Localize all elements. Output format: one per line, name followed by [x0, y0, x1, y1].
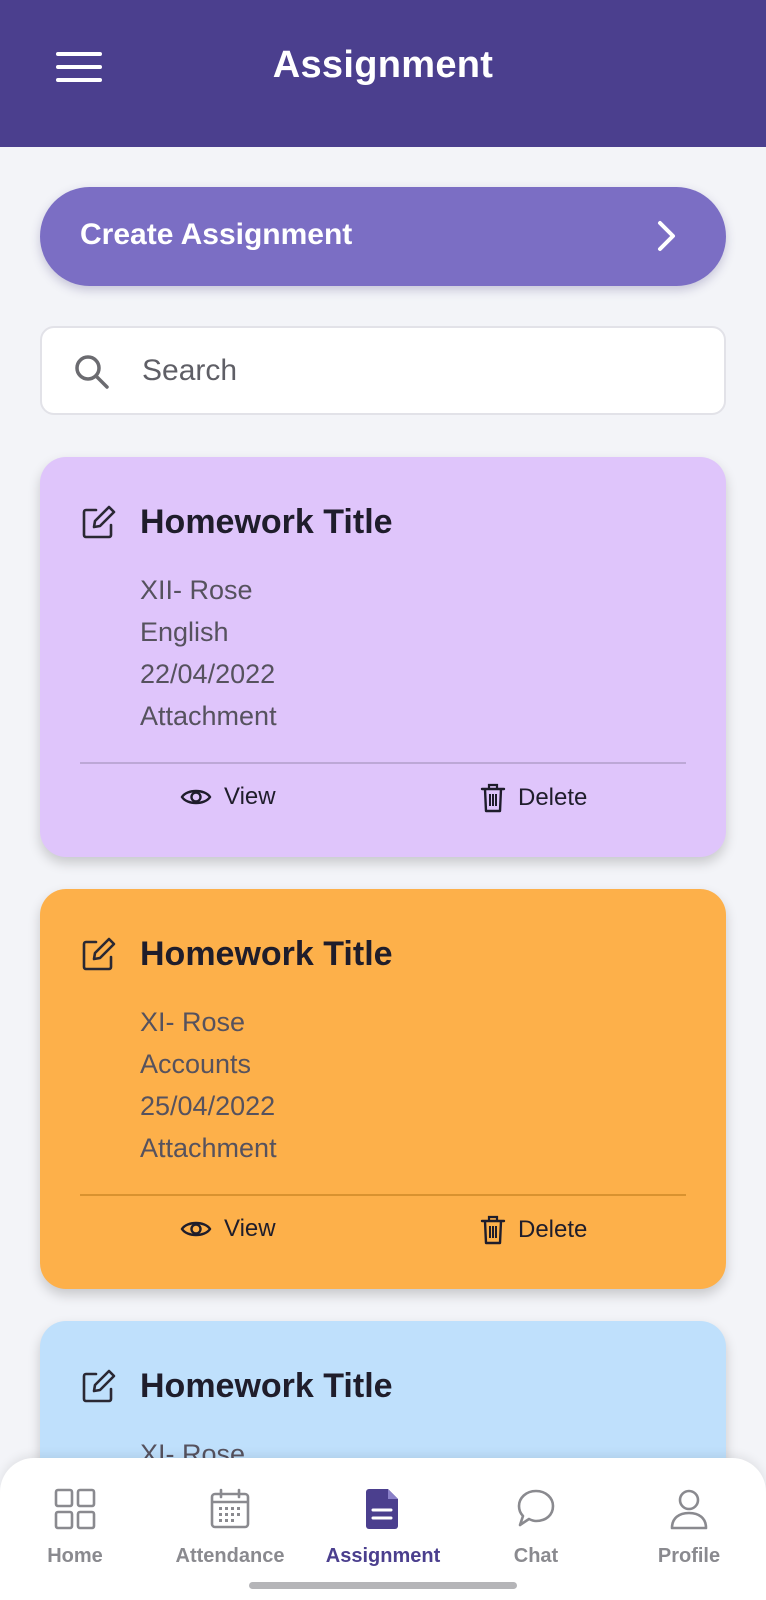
chat-bubble-icon	[517, 1489, 555, 1527]
view-button[interactable]: View	[180, 783, 276, 811]
calendar-icon	[210, 1488, 250, 1529]
search-input[interactable]	[142, 348, 702, 394]
create-assignment-label: Create Assignment	[80, 218, 353, 251]
view-button[interactable]: View	[180, 1215, 276, 1243]
user-icon	[670, 1489, 708, 1530]
assignment-class: XI- Rose	[140, 1007, 246, 1037]
chevron-right-icon	[656, 220, 678, 257]
nav-item-chat[interactable]: Chat	[461, 1488, 611, 1568]
nav-item-assignment[interactable]: Assignment	[308, 1488, 458, 1568]
nav-item-attendance[interactable]: Attendance	[155, 1488, 305, 1568]
search-icon	[74, 354, 110, 395]
delete-label: Delete	[518, 784, 588, 811]
trash-icon	[480, 783, 506, 813]
delete-label: Delete	[518, 1216, 588, 1243]
assignment-class: XII- Rose	[140, 575, 253, 605]
document-icon	[366, 1489, 398, 1529]
assignment-date: 25/04/2022	[140, 1091, 276, 1121]
assignment-details: XI- Rose Accounts 25/04/2022 Attachment	[140, 1001, 277, 1169]
assignment-card: Homework Title XII- Rose English 22/04/2…	[40, 457, 726, 857]
grid-icon	[54, 1488, 96, 1530]
delete-button[interactable]: Delete	[480, 783, 587, 813]
edit-icon[interactable]	[80, 505, 116, 546]
assignment-date: 22/04/2022	[140, 659, 276, 689]
assignment-attachment: Attachment	[140, 1133, 277, 1163]
eye-icon	[180, 789, 212, 805]
delete-button[interactable]: Delete	[480, 1215, 587, 1245]
eye-icon	[180, 1221, 212, 1237]
bottom-navigation: Home Attendance Assignment Chat Profile	[0, 1458, 766, 1600]
app-bar: Assignment	[0, 0, 766, 147]
assignment-subject: English	[140, 617, 229, 647]
view-label: View	[224, 1215, 276, 1242]
nav-label: Chat	[513, 1545, 559, 1567]
card-divider	[80, 762, 686, 764]
nav-label: Profile	[657, 1545, 721, 1567]
assignment-card: Homework Title XI- Rose Accounts 25/04/2…	[40, 889, 726, 1289]
nav-label: Home	[47, 1545, 103, 1567]
assignment-title: Homework Title	[140, 503, 393, 541]
trash-icon	[480, 1215, 506, 1245]
edit-icon[interactable]	[80, 937, 116, 978]
assignment-title: Homework Title	[140, 935, 393, 973]
assignment-title: Homework Title	[140, 1367, 393, 1405]
home-indicator[interactable]	[249, 1582, 517, 1589]
edit-icon[interactable]	[80, 1369, 116, 1410]
nav-item-home[interactable]: Home	[0, 1488, 150, 1568]
nav-label: Assignment	[325, 1545, 441, 1567]
nav-item-profile[interactable]: Profile	[614, 1488, 764, 1568]
assignment-details: XII- Rose English 22/04/2022 Attachment	[140, 569, 277, 737]
page-title: Assignment	[272, 44, 494, 86]
card-divider	[80, 1194, 686, 1196]
search-bar	[40, 326, 726, 415]
create-assignment-button[interactable]: Create Assignment	[40, 187, 726, 286]
assignment-subject: Accounts	[140, 1049, 252, 1079]
assignment-attachment: Attachment	[140, 701, 277, 731]
nav-label: Attendance	[175, 1545, 285, 1567]
view-label: View	[224, 783, 276, 810]
